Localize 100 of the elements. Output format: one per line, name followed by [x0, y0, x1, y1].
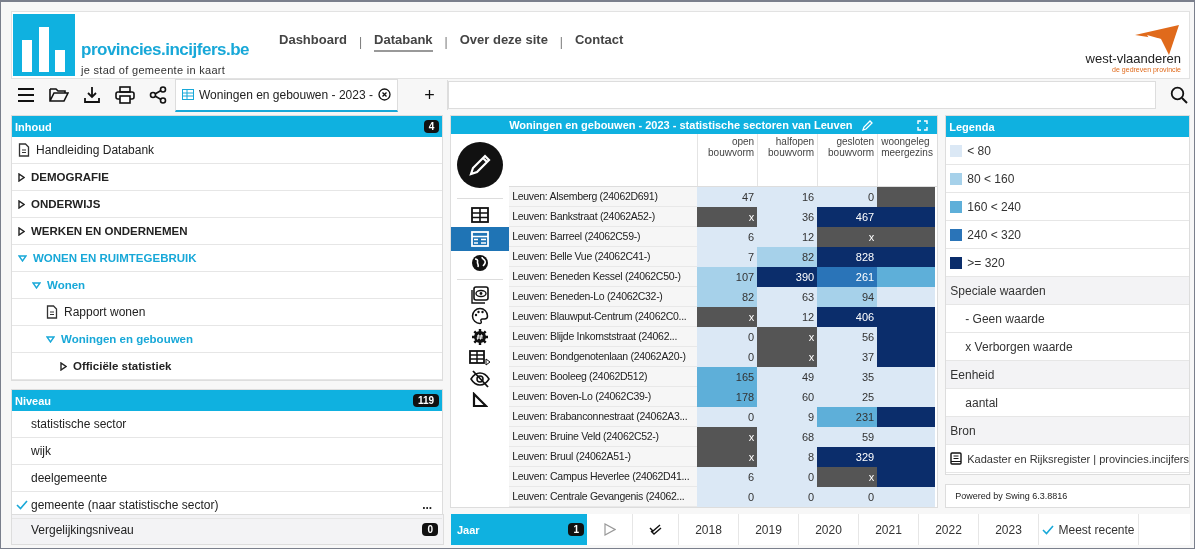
table-icon: [182, 89, 194, 100]
nav-link[interactable]: Dashboard: [279, 32, 347, 52]
table-cell: 261: [817, 267, 878, 287]
panel-title: Niveau: [15, 394, 52, 407]
table-cell: 82: [697, 287, 758, 307]
caret-right-icon: [18, 172, 25, 182]
table-cell: x: [817, 467, 878, 487]
comparison-level-bar[interactable]: Vergelijkingsniveau 0: [11, 514, 444, 545]
row-header: Leuven: Beneden-Lo (24062C32-): [509, 287, 698, 307]
table-cell: 8: [757, 447, 818, 467]
level-item[interactable]: wijk: [12, 438, 443, 465]
document-icon: [18, 143, 30, 157]
count-badge: 0: [422, 523, 438, 536]
legend-label: 160 < 240: [967, 199, 1021, 214]
edit-button[interactable]: [457, 142, 504, 188]
nav-separator: |: [444, 35, 448, 49]
add-tab-button[interactable]: +: [411, 80, 448, 110]
table-cell: 37: [817, 347, 878, 367]
table-cell: 178: [697, 387, 758, 407]
legend-label: < 80: [967, 143, 991, 158]
table-cell: 0: [697, 327, 758, 347]
table-cell: 406: [817, 307, 878, 327]
download-icon[interactable]: [83, 86, 101, 104]
table-cell: 6: [697, 467, 758, 487]
menu-icon[interactable]: [17, 87, 35, 103]
nav-link[interactable]: Contact: [575, 32, 624, 52]
tree-item[interactable]: Officiële statistiek: [12, 353, 443, 380]
row-header: Leuven: Campus Heverlee (24062D41...: [509, 467, 698, 487]
caret-right-icon: [18, 226, 25, 236]
count-badge: 4: [423, 120, 440, 133]
table-cell: 56: [817, 327, 878, 347]
row-header: Leuven: Booleeg (24062D512): [509, 367, 698, 387]
row-header: Leuven: Centrale Gevangenis (24062...: [509, 487, 698, 507]
hidden-icon: [470, 369, 491, 388]
document-icon: [46, 305, 58, 319]
table-cell: 25: [817, 387, 878, 407]
folder-icon[interactable]: [49, 87, 69, 103]
column-header[interactable]: gesloten bouwvorm: [817, 134, 878, 186]
table-cell: 231: [817, 407, 878, 427]
more-button[interactable]: ...: [422, 498, 433, 512]
table-cell: 0: [697, 347, 758, 367]
table-cell: 82: [757, 247, 818, 267]
search-icon[interactable]: [1170, 86, 1188, 104]
print-icon[interactable]: [115, 86, 135, 104]
globe-icon: [471, 254, 490, 272]
nav-separator: |: [559, 35, 563, 49]
table-icon: [471, 207, 490, 223]
row-header: Leuven: Beneden Kessel (24062C50-): [509, 267, 698, 287]
table-cell: 390: [757, 267, 818, 287]
row-header: Leuven: Boven-Lo (24062C39-): [509, 387, 698, 407]
nav-link[interactable]: Databank: [374, 32, 433, 52]
table-cell: 107: [697, 267, 758, 287]
source-link[interactable]: Kadaster en Rijksregister | provincies.incijfers: [967, 452, 1189, 465]
latest-toggle[interactable]: Meest recente: [1039, 514, 1139, 545]
row-header: Leuven: Barreel (24062C59-): [509, 227, 698, 247]
legend-entry: - Geen waarde: [965, 311, 1045, 326]
column-header[interactable]: open bouwvorm: [697, 134, 758, 186]
comparison-label: Vergelijkingsniveau: [31, 522, 134, 537]
row-header: Leuven: Belle Vue (24062C41-): [509, 247, 698, 267]
table-cell: 35: [817, 367, 878, 387]
table-icon: [471, 231, 490, 247]
tree-item[interactable]: DEMOGRAFIE: [12, 164, 443, 191]
table-cell: 0: [697, 487, 758, 507]
table-cell: 68: [757, 427, 818, 447]
legend-label: >= 320: [967, 255, 1005, 270]
table-cell: 63: [757, 287, 818, 307]
row-header: Leuven: Alsemberg (24062D691): [509, 187, 698, 207]
panel-title: Legenda: [949, 120, 995, 133]
legend-section-header: Eenheid: [946, 361, 1189, 389]
table-cell: 60: [757, 387, 818, 407]
document-tab[interactable]: Woningen en gebouwen - 2023 -: [175, 78, 398, 112]
row-header: Leuven: Bruul (24062A51-): [509, 447, 698, 467]
table-icon: [469, 349, 492, 366]
table-cell: 12: [757, 307, 818, 327]
tree-item[interactable]: WERKEN EN ONDERNEMEN: [12, 218, 443, 245]
table-cell: 467: [817, 207, 878, 227]
table-cell: 94: [817, 287, 878, 307]
table-cell: 6: [697, 227, 758, 247]
level-item[interactable]: deelgemeente: [12, 465, 443, 492]
level-item[interactable]: statistische sector: [12, 411, 443, 438]
gear-icon: [471, 327, 490, 346]
column-header[interactable]: woongeleg meergezins: [877, 134, 936, 186]
tree-item[interactable]: Handleiding Databank: [12, 137, 443, 164]
column-header[interactable]: halfopen bouwvorm: [757, 134, 818, 186]
caret-down-icon: [18, 254, 27, 262]
table-cell: 9: [757, 407, 818, 427]
panel-title: Inhoud: [15, 120, 52, 133]
table-cell: 59: [817, 427, 878, 447]
nav-link[interactable]: Over deze site: [459, 32, 548, 52]
partner-name[interactable]: west-vlaanderen: [1085, 51, 1181, 66]
check-icon: [16, 500, 28, 510]
panel-title: Woningen en gebouwen - 2023 - statistische sectoren van Leuven: [509, 119, 853, 131]
tree-item[interactable]: ONDERWIJS: [12, 191, 443, 218]
table-cell: 165: [697, 367, 758, 387]
tree-item[interactable]: Rapport wonen: [12, 299, 443, 326]
share-icon[interactable]: [149, 86, 167, 104]
search-field[interactable]: [447, 81, 1156, 109]
table-cell: 0: [697, 407, 758, 427]
row-header: Leuven: Blauwput-Centrum (24062C0...: [509, 307, 698, 327]
close-icon[interactable]: [377, 88, 391, 101]
